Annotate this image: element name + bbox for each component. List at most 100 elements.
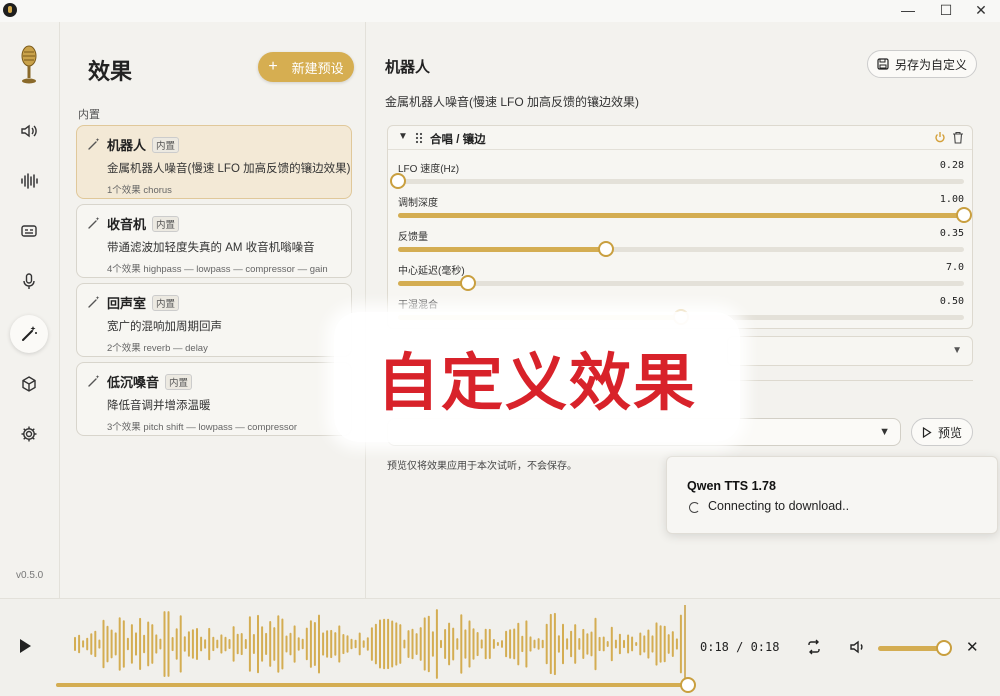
seek-knob[interactable] [680, 677, 696, 693]
waveform-bar [578, 638, 581, 650]
slider-knob[interactable] [390, 173, 406, 189]
repeat-icon[interactable] [806, 639, 822, 655]
new-preset-button[interactable]: + 新建预设 [258, 52, 354, 82]
waveform-bar [281, 618, 284, 670]
rail-effects[interactable] [10, 315, 48, 353]
waveform-bar [155, 634, 158, 654]
waveform-bar [171, 637, 174, 652]
preset-card-echo-chamber[interactable]: 回声室 内置 宽广的混响加周期回声 2个效果 reverb — delay [76, 283, 352, 357]
waveform-bar [362, 640, 365, 648]
waveform-bar [574, 624, 577, 664]
effect-name: 合唱 / 镶边 [430, 134, 486, 146]
waveform-bar [484, 628, 487, 660]
waveform-bar [318, 614, 320, 674]
detail-title: 机器人 [385, 59, 431, 76]
seek-bar[interactable] [56, 677, 696, 693]
rail-waveform[interactable] [10, 162, 48, 200]
volume-knob[interactable] [936, 640, 952, 656]
close-player-button[interactable]: ✕ [966, 638, 979, 656]
preset-card-robot[interactable]: 机器人 内置 金属机器人噪音(慢速 LFO 加高反馈的镶边效果) 1个效果 cho… [76, 125, 352, 199]
param-slider[interactable] [398, 275, 964, 291]
collapse-chevron-icon[interactable]: ▼ [398, 131, 408, 142]
param-label: 干湿混合 [398, 300, 438, 311]
slider-knob[interactable] [597, 241, 614, 257]
magic-wand-icon [88, 217, 100, 229]
waveform-bar [562, 623, 564, 665]
rail-speaker[interactable] [10, 112, 48, 150]
waveform-bar [285, 635, 288, 653]
waveform-bar [187, 631, 190, 657]
drag-handle-icon[interactable] [414, 131, 424, 145]
waveform-bar [183, 636, 186, 652]
waveform-bar [513, 628, 516, 660]
volume-icon[interactable] [850, 640, 866, 654]
rail-settings[interactable] [10, 415, 48, 453]
close-window-button[interactable]: ✕ [966, 0, 996, 20]
slider-knob[interactable] [460, 275, 477, 291]
volume-slider[interactable] [878, 640, 952, 656]
subtitles-icon [21, 225, 37, 237]
waveform-bar [383, 618, 386, 670]
waveform-icon [21, 173, 38, 189]
preview-button[interactable]: 预览 [911, 418, 973, 446]
toast-title: Qwen TTS 1.78 [687, 479, 776, 493]
waveform-bar [139, 617, 142, 670]
waveform-bar [472, 628, 475, 660]
panel-title: 效果 [88, 59, 133, 84]
param-slider[interactable] [398, 241, 964, 257]
toast-message: Connecting to download.. [708, 499, 850, 513]
microphone-icon [23, 273, 35, 289]
waveform-bar [456, 638, 459, 650]
download-toast: Qwen TTS 1.78 Connecting to download.. [666, 456, 998, 534]
builtin-badge: 内置 [165, 374, 193, 390]
playback-time: 0:18 / 0:18 [700, 640, 780, 654]
waveform-bar [586, 633, 589, 655]
waveform-bar [431, 631, 434, 657]
param-center-delay: 中心延迟(毫秒) 7.0 [398, 262, 964, 296]
waveform-bar [509, 629, 512, 659]
preset-name: 机器人 [107, 138, 147, 153]
waveform-bar [220, 634, 223, 654]
param-slider[interactable] [398, 207, 972, 223]
waveform-bar [618, 633, 621, 655]
waveform-bar [647, 629, 650, 659]
waveform-bar [374, 623, 377, 665]
spinner-icon [689, 502, 700, 513]
trash-icon[interactable] [952, 131, 964, 144]
play-button[interactable] [20, 639, 31, 653]
waveform-bar [86, 637, 89, 651]
waveform-bar [236, 633, 239, 655]
rail-subtitles[interactable] [10, 212, 48, 250]
waveform-bar [671, 631, 674, 657]
param-slider[interactable] [390, 173, 964, 189]
power-icon[interactable] [934, 131, 946, 143]
waveform-bar [399, 624, 402, 664]
preset-card-deep-voice[interactable]: 低沉嗓音 内置 降低音调并增添温暖 3个效果 pitch shift — lowp… [76, 362, 352, 436]
waveform-bar [659, 625, 662, 663]
slider-knob[interactable] [956, 207, 972, 223]
add-effect-row[interactable]: ▼ [727, 336, 973, 366]
rail-microphone[interactable] [10, 262, 48, 300]
save-as-custom-button[interactable]: 另存为自定义 [867, 50, 977, 78]
waveform-bar [135, 632, 137, 656]
waveform-display[interactable] [56, 603, 688, 685]
waveform-bar [143, 634, 146, 654]
param-value: 0.35 [939, 228, 964, 239]
minimize-button[interactable]: — [893, 0, 923, 20]
magic-wand-icon [88, 375, 100, 387]
waveform-bar [122, 620, 125, 668]
waveform-bar [387, 618, 390, 670]
maximize-button[interactable]: ☐ [931, 0, 961, 20]
overlay-caption: 自定义效果 [334, 312, 740, 442]
waveform-bar [391, 620, 394, 668]
waveform-bar [566, 638, 569, 650]
section-label-builtin: 内置 [78, 109, 100, 121]
waveform-bar [501, 640, 503, 648]
preset-card-radio[interactable]: 收音机 内置 带通滤波加轻度失真的 AM 收音机嗡噪音 4个效果 highpass… [76, 204, 352, 278]
speaker-icon [21, 124, 37, 138]
waveform-bar [598, 636, 601, 652]
waveform-bar [460, 614, 463, 674]
waveform-bar [159, 638, 162, 650]
builtin-badge: 内置 [152, 137, 180, 153]
rail-models[interactable] [10, 365, 48, 403]
